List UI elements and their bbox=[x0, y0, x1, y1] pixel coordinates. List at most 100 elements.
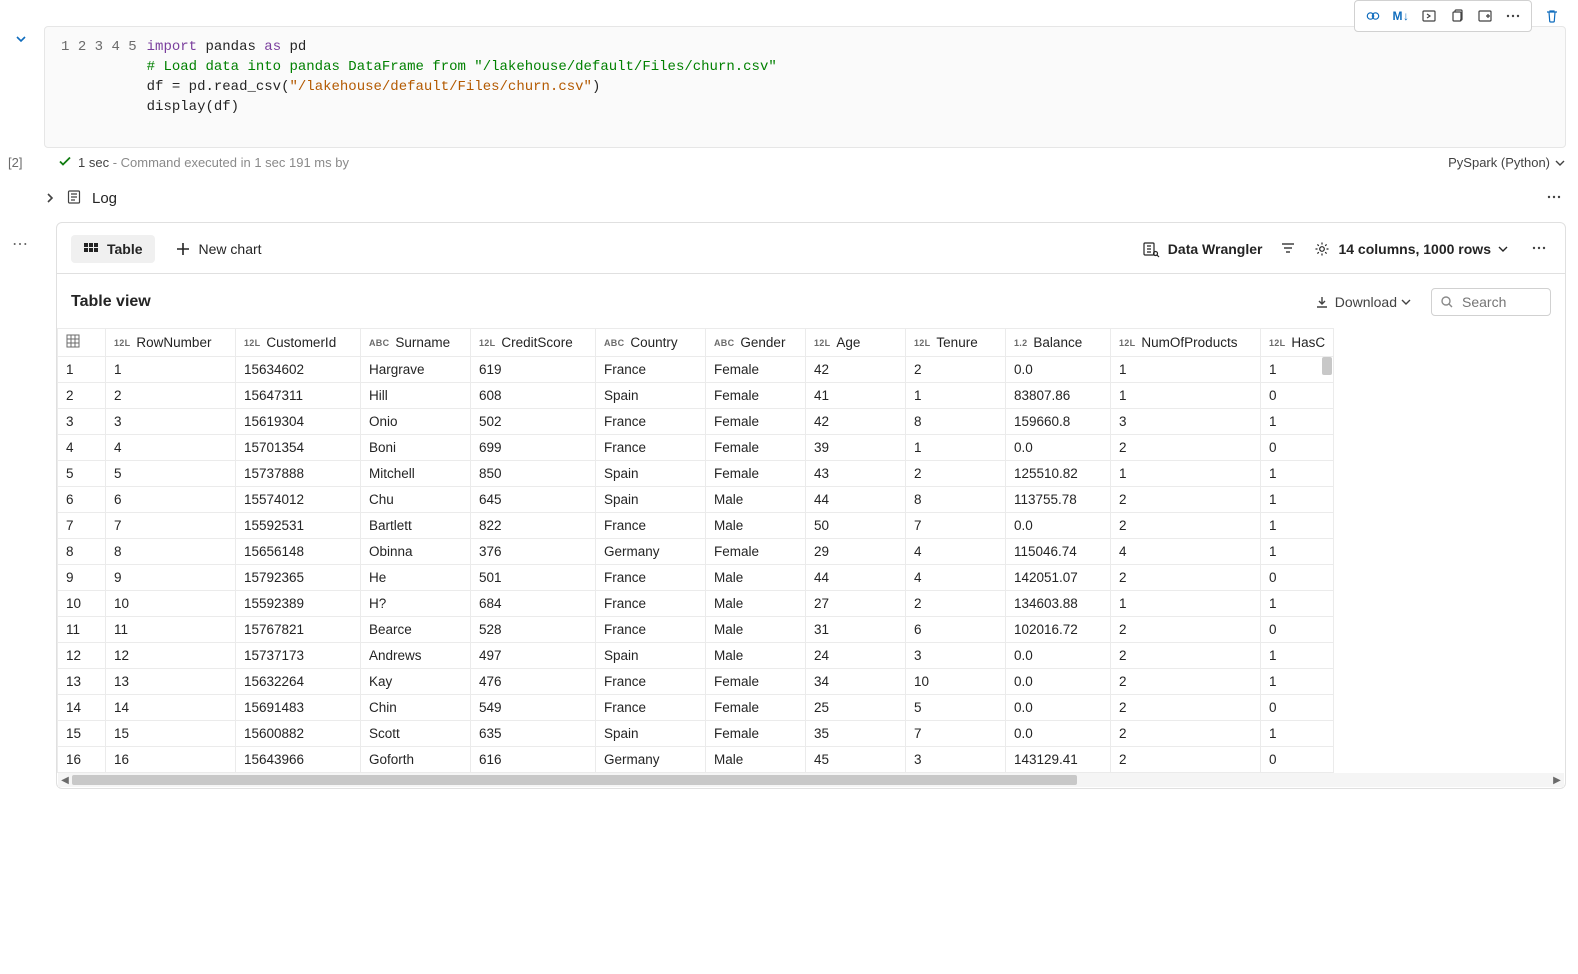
scroll-right-icon[interactable]: ▶ bbox=[1550, 775, 1564, 786]
cell: 15701354 bbox=[236, 435, 361, 461]
cell: He bbox=[361, 565, 471, 591]
attach-icon[interactable] bbox=[1359, 3, 1387, 29]
cell: 850 bbox=[471, 461, 596, 487]
column-header[interactable]: 12LCustomerId bbox=[236, 329, 361, 357]
scroll-left-icon[interactable]: ◀ bbox=[58, 775, 72, 786]
horizontal-scrollbar[interactable]: ◀ ▶ bbox=[58, 773, 1564, 787]
column-header[interactable]: ABCSurname bbox=[361, 329, 471, 357]
copy-icon[interactable] bbox=[1443, 3, 1471, 29]
cell: 8 bbox=[906, 409, 1006, 435]
cell: 2 bbox=[1111, 747, 1261, 773]
row-index: 12 bbox=[58, 643, 106, 669]
table-row[interactable]: 161615643966Goforth616GermanyMale4531431… bbox=[58, 747, 1334, 773]
convert-to-markdown-button[interactable]: M↓ bbox=[1387, 3, 1415, 29]
row-index: 10 bbox=[58, 591, 106, 617]
table-row[interactable]: 5515737888Mitchell850SpainFemale43212551… bbox=[58, 461, 1334, 487]
cell: 10 bbox=[106, 591, 236, 617]
row-index: 15 bbox=[58, 721, 106, 747]
column-header[interactable]: 12LRowNumber bbox=[106, 329, 236, 357]
fold-cell-chevron-icon[interactable] bbox=[14, 32, 28, 49]
table-row[interactable]: 121215737173Andrews497SpainMale2430.021 bbox=[58, 643, 1334, 669]
table-row[interactable]: 6615574012Chu645SpainMale448113755.7821 bbox=[58, 487, 1334, 513]
cell: 502 bbox=[471, 409, 596, 435]
cell: 0.0 bbox=[1006, 721, 1111, 747]
cell: 1 bbox=[1261, 513, 1334, 539]
download-button[interactable]: Download bbox=[1315, 294, 1417, 310]
cell-menu-icon[interactable]: ⋯ bbox=[12, 234, 29, 254]
insert-cell-icon[interactable] bbox=[1415, 3, 1443, 29]
cell: Female bbox=[706, 383, 806, 409]
column-header[interactable]: 12LNumOfProducts bbox=[1111, 329, 1261, 357]
more-icon[interactable] bbox=[1499, 3, 1527, 29]
expand-log-chevron-icon[interactable] bbox=[44, 191, 56, 207]
table-row[interactable]: 141415691483Chin549FranceFemale2550.020 bbox=[58, 695, 1334, 721]
log-more-icon[interactable] bbox=[1546, 189, 1566, 208]
table-row[interactable]: 3315619304Onio502FranceFemale428159660.8… bbox=[58, 409, 1334, 435]
code-body[interactable]: import pandas as pd # Load data into pan… bbox=[147, 27, 1565, 147]
row-index: 14 bbox=[58, 695, 106, 721]
cell: 5 bbox=[906, 695, 1006, 721]
data-table-scroll[interactable]: 12LRowNumber12LCustomerIdABCSurname12LCr… bbox=[57, 328, 1565, 788]
table-row[interactable]: 2215647311Hill608SpainFemale41183807.861… bbox=[58, 383, 1334, 409]
table-row[interactable]: 8815656148Obinna376GermanyFemale29411504… bbox=[58, 539, 1334, 565]
cell: Female bbox=[706, 695, 806, 721]
search-input[interactable] bbox=[1431, 288, 1551, 316]
column-header[interactable]: 12LAge bbox=[806, 329, 906, 357]
search-icon bbox=[1440, 295, 1454, 309]
cell: 113755.78 bbox=[1006, 487, 1111, 513]
cell: 6 bbox=[906, 617, 1006, 643]
cell: Female bbox=[706, 669, 806, 695]
vertical-scrollbar-thumb[interactable] bbox=[1322, 357, 1332, 375]
cell: France bbox=[596, 695, 706, 721]
row-index-header[interactable] bbox=[58, 329, 106, 357]
table-row[interactable]: 4415701354Boni699FranceFemale3910.020 bbox=[58, 435, 1334, 461]
table-row[interactable]: 101015592389H?684FranceMale272134603.881… bbox=[58, 591, 1334, 617]
cell: 15 bbox=[106, 721, 236, 747]
delete-cell-icon[interactable] bbox=[1538, 3, 1566, 29]
cell: 1 bbox=[1111, 383, 1261, 409]
cell: France bbox=[596, 565, 706, 591]
table-row[interactable]: 1115634602Hargrave619FranceFemale4220.01… bbox=[58, 357, 1334, 383]
gear-icon bbox=[1314, 241, 1330, 257]
column-header[interactable]: 12LHasC bbox=[1261, 329, 1334, 357]
column-header[interactable]: ABCCountry bbox=[596, 329, 706, 357]
kernel-selector[interactable]: PySpark (Python) bbox=[1448, 155, 1566, 170]
column-header[interactable]: 12LTenure bbox=[906, 329, 1006, 357]
table-row[interactable]: 7715592531Bartlett822FranceMale5070.021 bbox=[58, 513, 1334, 539]
log-label[interactable]: Log bbox=[92, 190, 117, 207]
table-view-title: Table view bbox=[71, 293, 151, 311]
cell: 1 bbox=[106, 357, 236, 383]
tab-new-chart[interactable]: New chart bbox=[175, 241, 262, 257]
table-row[interactable]: 151515600882Scott635SpainFemale3570.021 bbox=[58, 721, 1334, 747]
table-row[interactable]: 9915792365He501FranceMale444142051.0720 bbox=[58, 565, 1334, 591]
column-header[interactable]: 12LCreditScore bbox=[471, 329, 596, 357]
tab-table[interactable]: Table bbox=[71, 235, 155, 263]
column-header[interactable]: ABCGender bbox=[706, 329, 806, 357]
cell: 0.0 bbox=[1006, 357, 1111, 383]
data-wrangler-button[interactable]: Data Wrangler bbox=[1142, 240, 1263, 258]
cell: 2 bbox=[1111, 669, 1261, 695]
cell: 0 bbox=[1261, 565, 1334, 591]
cell: 1 bbox=[1111, 461, 1261, 487]
execution-status-text: 1 sec - Command executed in 1 sec 191 ms… bbox=[78, 155, 349, 170]
cell: Chu bbox=[361, 487, 471, 513]
cell: Male bbox=[706, 643, 806, 669]
move-cell-icon[interactable] bbox=[1471, 3, 1499, 29]
code-cell[interactable]: 1 2 3 4 5 import pandas as pd # Load dat… bbox=[44, 26, 1566, 148]
table-row[interactable]: 131315632264Kay476FranceFemale34100.021 bbox=[58, 669, 1334, 695]
column-count-dropdown[interactable]: 14 columns, 1000 rows bbox=[1314, 241, 1509, 257]
results-more-icon[interactable] bbox=[1527, 240, 1551, 259]
cell: 476 bbox=[471, 669, 596, 695]
cell: Male bbox=[706, 487, 806, 513]
cell: 142051.07 bbox=[1006, 565, 1111, 591]
filter-icon[interactable] bbox=[1280, 240, 1296, 259]
table-row[interactable]: 111115767821Bearce528FranceMale316102016… bbox=[58, 617, 1334, 643]
cell: 102016.72 bbox=[1006, 617, 1111, 643]
cell: 12 bbox=[106, 643, 236, 669]
cell: 29 bbox=[806, 539, 906, 565]
column-header[interactable]: 1.2Balance bbox=[1006, 329, 1111, 357]
cell: 0 bbox=[1261, 435, 1334, 461]
log-icon bbox=[66, 189, 82, 208]
cell: 1 bbox=[1261, 591, 1334, 617]
cell: 44 bbox=[806, 565, 906, 591]
